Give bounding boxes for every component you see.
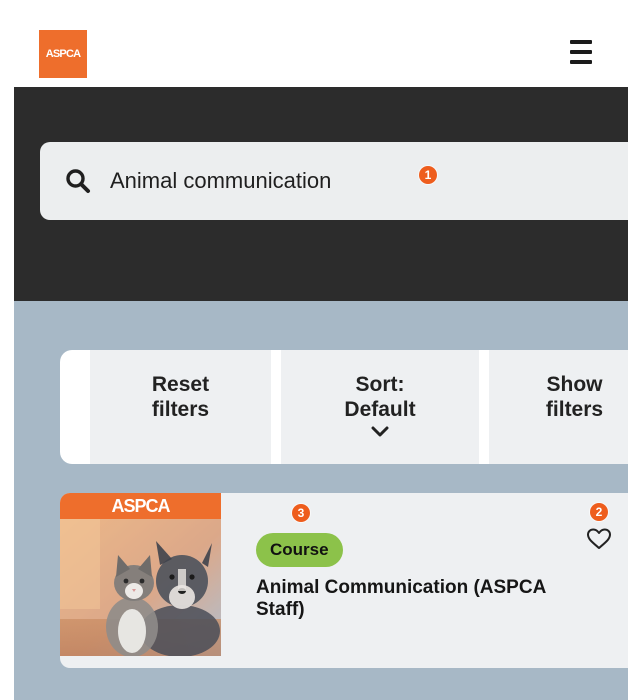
- marker-number: 3: [297, 506, 305, 520]
- heart-outline-icon[interactable]: [586, 527, 612, 551]
- hamburger-menu-icon[interactable]: [570, 38, 592, 66]
- menu-bar: [570, 60, 592, 64]
- show-filters-label: Show: [546, 373, 603, 396]
- cat-and-dog-photo: [60, 519, 221, 656]
- aspca-logo[interactable]: ASPCA: [39, 30, 87, 78]
- result-card[interactable]: ASPCA Course Animal Communication (ASPCA…: [60, 493, 628, 668]
- site-header: ASPCA: [14, 8, 628, 87]
- search-box[interactable]: [40, 142, 628, 220]
- sort-value: Default: [344, 398, 416, 421]
- logo-text: ASPCA: [45, 48, 81, 60]
- course-title[interactable]: Animal Communication (ASPCA Staff): [256, 577, 596, 621]
- results-area: Reset filters Sort: Default Show filters…: [14, 301, 628, 700]
- thumbnail-banner: ASPCA: [60, 493, 221, 519]
- course-thumbnail: ASPCA: [60, 493, 221, 656]
- show-filters-label: filters: [545, 398, 604, 421]
- search-icon[interactable]: [65, 168, 91, 194]
- course-badge: Course: [256, 533, 343, 567]
- menu-bar: [570, 40, 592, 44]
- reset-filters-label: Reset: [151, 373, 210, 396]
- marker-number: 2: [595, 505, 603, 519]
- thumbnail-banner-text: ASPCA: [111, 495, 170, 516]
- reset-filters-label: filters: [151, 398, 210, 421]
- show-filters-button[interactable]: Show filters: [489, 350, 628, 464]
- sort-label: Sort:: [355, 373, 405, 396]
- page: ASPCA 1 Reset filters Sort:: [0, 0, 628, 700]
- sort-dropdown[interactable]: Sort: Default: [281, 350, 479, 464]
- step-marker-3: 3: [292, 504, 310, 522]
- left-gutter: [0, 0, 14, 700]
- course-badge-label: Course: [270, 540, 329, 559]
- step-marker-2: 2: [590, 503, 608, 521]
- marker-number: 1: [424, 168, 432, 182]
- step-marker-1: 1: [419, 166, 437, 184]
- chevron-down-icon: [371, 426, 389, 437]
- filter-bar: Reset filters Sort: Default Show filters: [60, 350, 628, 464]
- menu-bar: [570, 50, 592, 54]
- reset-filters-button[interactable]: Reset filters: [90, 350, 271, 464]
- search-band: 1: [14, 87, 628, 301]
- search-input[interactable]: [110, 160, 530, 202]
